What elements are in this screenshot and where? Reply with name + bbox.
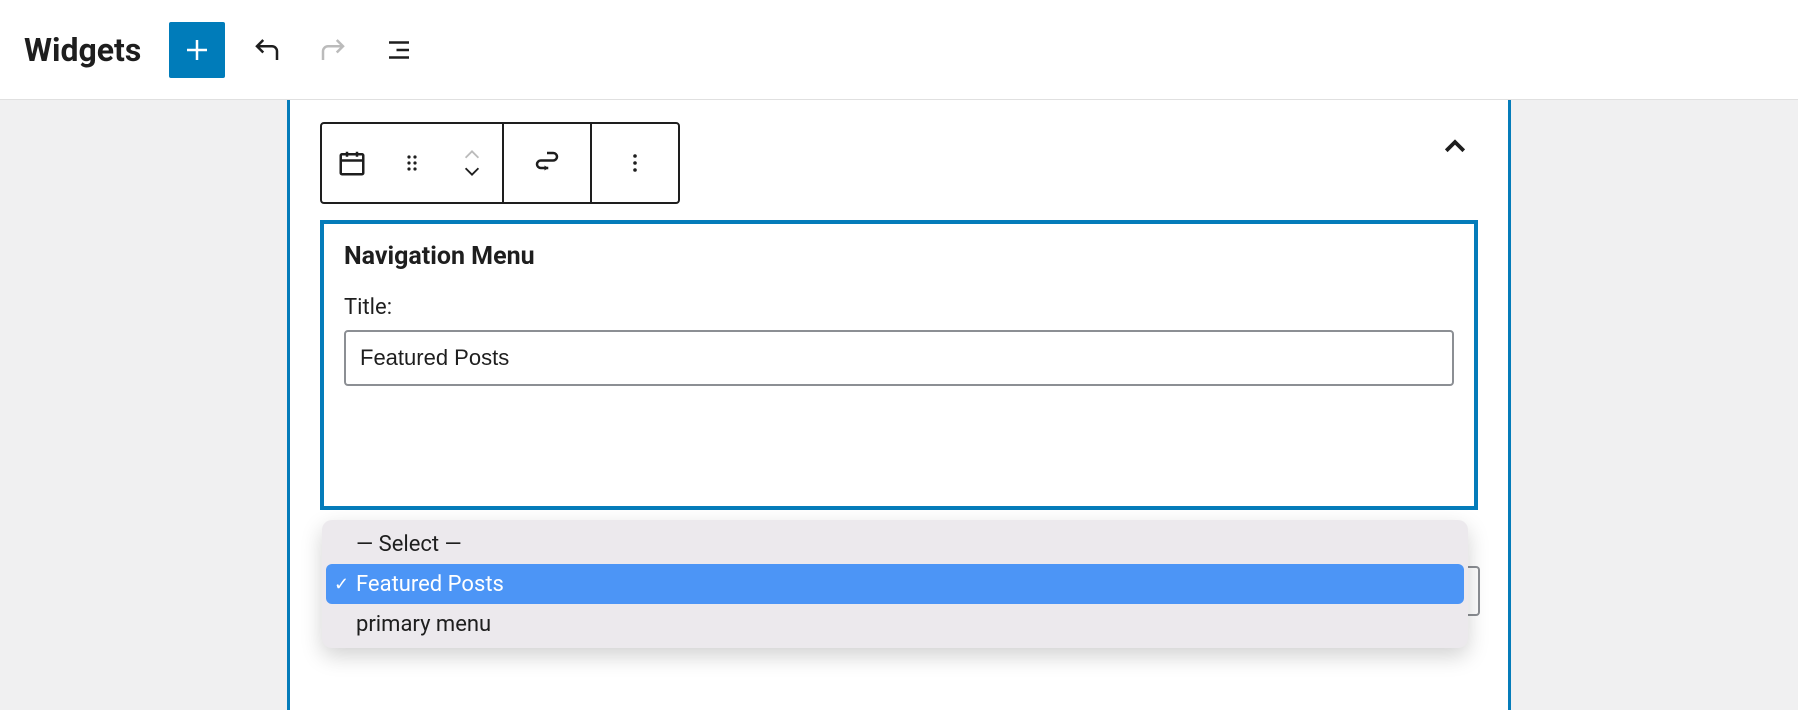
dropdown-option-primary-menu[interactable]: primary menu (326, 604, 1464, 644)
collapse-area-button[interactable] (1440, 132, 1470, 162)
move-buttons[interactable] (442, 124, 502, 202)
plus-icon (182, 35, 212, 65)
editor-header: Widgets (0, 0, 1798, 100)
more-options-button[interactable] (592, 124, 678, 202)
option-label: primary menu (356, 612, 491, 637)
block-toolbar (320, 122, 680, 204)
transform-button[interactable] (504, 124, 590, 202)
drag-icon (400, 151, 424, 175)
block-type-button[interactable] (322, 124, 382, 202)
option-label: Featured Posts (356, 572, 504, 597)
drag-handle[interactable] (382, 124, 442, 202)
editor-stage: Navigation Menu Title: — Select — ✓ Feat… (0, 100, 1798, 710)
redo-button (309, 26, 357, 74)
dropdown-option-featured-posts[interactable]: ✓ Featured Posts (326, 564, 1464, 604)
undo-icon (252, 35, 282, 65)
dropdown-option-select[interactable]: — Select — (326, 524, 1464, 564)
block-heading: Navigation Menu (344, 242, 1454, 271)
more-vertical-icon (623, 149, 647, 177)
page-title: Widgets (24, 31, 141, 69)
undo-button[interactable] (243, 26, 291, 74)
transform-icon (532, 148, 562, 178)
calendar-icon (337, 148, 367, 178)
list-view-icon (384, 35, 414, 65)
chevron-down-icon (461, 164, 483, 178)
title-label: Title: (344, 295, 1454, 320)
navigation-menu-block[interactable]: Navigation Menu Title: (320, 220, 1478, 510)
chevron-up-icon (1440, 132, 1470, 162)
menu-select-dropdown: — Select — ✓ Featured Posts primary menu (322, 520, 1468, 648)
redo-icon (318, 35, 348, 65)
title-input[interactable] (344, 330, 1454, 386)
chevron-up-icon (461, 148, 483, 162)
option-label: — Select — (356, 532, 462, 557)
check-icon: ✓ (334, 574, 349, 595)
widget-area: Navigation Menu Title: — Select — ✓ Feat… (287, 100, 1511, 710)
add-block-button[interactable] (169, 22, 225, 78)
list-view-button[interactable] (375, 26, 423, 74)
